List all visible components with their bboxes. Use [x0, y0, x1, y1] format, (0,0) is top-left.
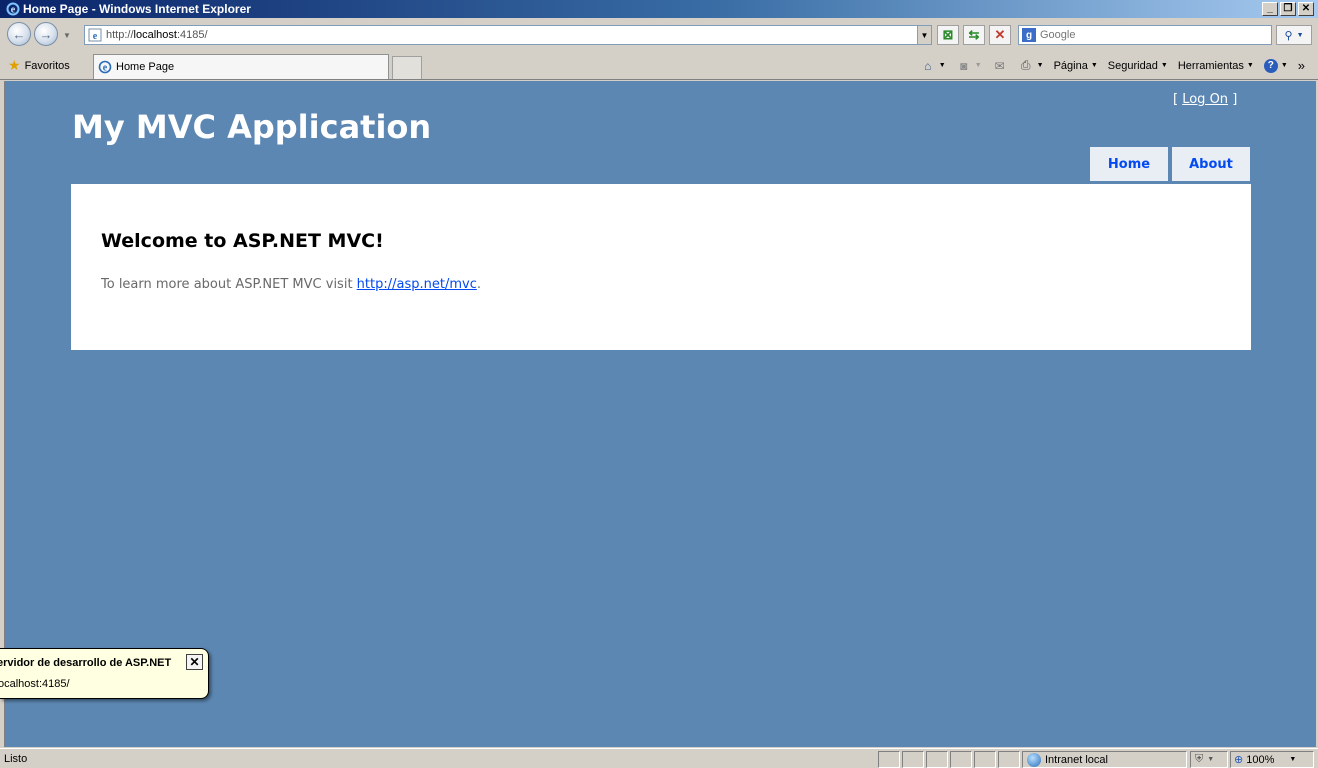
ie-logo-icon: e [6, 2, 20, 16]
chevron-down-icon: ▼ [1090, 62, 1098, 69]
address-url[interactable]: http://localhost:4185/ [106, 29, 917, 41]
svg-text:e: e [11, 5, 16, 16]
notification-text: ocalhost:4185/ [0, 678, 70, 690]
main-menu: Home About [1090, 147, 1250, 181]
home-icon: ⌂ [924, 58, 932, 73]
status-bar: Listo Intranet local ⛨ ▼ ⊕ 100% ▼ [0, 748, 1318, 768]
notification-close-button[interactable]: ✕ [186, 654, 203, 670]
menu-item-home[interactable]: Home [1090, 147, 1168, 181]
new-tab-button[interactable] [392, 56, 422, 79]
zoom-control[interactable]: ⊕ 100% ▼ [1230, 751, 1314, 768]
status-panel [926, 751, 948, 768]
print-button[interactable]: ⎙ ▼ [1013, 58, 1049, 73]
main-content: Welcome to ASP.NET MVC! To learn more ab… [71, 184, 1251, 350]
page-menu-label: Página [1053, 59, 1088, 72]
chevron-down-icon: ▼ [938, 62, 946, 69]
intro-text: To learn more about ASP.NET MVC visit ht… [101, 277, 481, 292]
logon-bracket-close: ] [1232, 92, 1238, 107]
search-options-icon: ▼ [1296, 31, 1304, 39]
chevron-down-icon: ▼ [920, 30, 929, 40]
command-bar: ⌂ ▼ ◙ ▼ ✉ ⎙ ▼ Página ▼ Seguridad ▼ Herramient… [915, 58, 1310, 73]
page-icon: e [88, 28, 102, 42]
tab-title: Home Page [116, 61, 175, 73]
status-panel [878, 751, 900, 768]
tools-menu[interactable]: Herramientas ▼ [1173, 60, 1259, 72]
menu-item-about[interactable]: About [1172, 147, 1250, 181]
logon-area: [ Log On ] [1173, 92, 1237, 107]
compatibility-view-button[interactable]: ⊠ [937, 25, 959, 45]
help-button[interactable]: ? ▼ [1259, 58, 1293, 73]
shield-icon: ⛨ [1195, 753, 1204, 765]
refresh-icon: ⇆ [968, 27, 980, 42]
safety-menu-label: Seguridad [1107, 59, 1158, 72]
chevron-down-icon: ▼ [974, 62, 982, 69]
chevron-down-icon: ▼ [1280, 62, 1288, 69]
chevron-down-icon: ▼ [1289, 756, 1297, 763]
notification-title: ervidor de desarrollo de ASP.NET [0, 657, 172, 669]
status-panel [974, 751, 996, 768]
svg-text:e: e [93, 31, 98, 42]
feeds-button[interactable]: ◙ ▼ [951, 58, 987, 73]
intranet-zone-icon [1027, 752, 1041, 767]
security-zone[interactable]: Intranet local [1022, 751, 1187, 768]
favorites-label: Favoritos [24, 59, 70, 72]
zone-label: Intranet local [1045, 753, 1108, 766]
stop-icon: ✕ [994, 27, 1006, 42]
status-panel [902, 751, 924, 768]
close-window-button[interactable]: ✕ [1298, 2, 1314, 16]
tab-home-page[interactable]: e Home Page [93, 54, 389, 79]
help-icon: ? [1263, 58, 1278, 73]
google-icon: g [1022, 28, 1036, 42]
rss-icon: ◙ [960, 58, 968, 73]
forward-button[interactable]: → [34, 22, 58, 46]
search-placeholder: Google [1040, 29, 1076, 41]
maximize-button[interactable]: ❐ [1280, 2, 1296, 16]
minimize-button[interactable]: _ [1262, 2, 1278, 16]
favorites-bar: ★ Favoritos e Home Page ⌂ ▼ ◙ ▼ ✉ ⎙ ▼ Págin… [0, 52, 1318, 80]
status-text: Listo [4, 753, 28, 765]
tab-page-icon: e [98, 60, 112, 74]
tools-menu-label: Herramientas [1177, 59, 1244, 72]
stop-button[interactable]: ✕ [989, 25, 1011, 45]
search-input[interactable]: g Google [1018, 25, 1272, 45]
refresh-button[interactable]: ⇆ [963, 25, 985, 45]
favorites-button[interactable]: ★ Favoritos [8, 57, 70, 74]
home-button[interactable]: ⌂ ▼ [915, 58, 951, 73]
svg-text:e: e [103, 63, 108, 74]
address-bar[interactable]: e http://localhost:4185/ ▼ [84, 25, 932, 45]
magnifier-icon: ⚲ [1284, 29, 1293, 42]
chevron-down-icon: ▼ [1160, 62, 1168, 69]
address-dropdown-button[interactable]: ▼ [917, 26, 931, 44]
notification-balloon[interactable]: ervidor de desarrollo de ASP.NET ocalhos… [0, 648, 209, 699]
chevron-down-icon: ▼ [1036, 62, 1044, 69]
search-button[interactable]: ⚲ ▼ [1276, 25, 1312, 45]
address-toolbar: ← → ▼ e http://localhost:4185/ ▼ ⊠ ⇆ ✕ g… [0, 18, 1318, 52]
protected-mode-button[interactable]: ⛨ ▼ [1190, 751, 1228, 768]
window-title-bar[interactable]: e Home Page - Windows Internet Explorer … [0, 0, 1318, 18]
more-commands-button[interactable]: » [1293, 58, 1310, 73]
back-button[interactable]: ← [7, 22, 31, 46]
logon-bracket-open: [ [1173, 92, 1179, 107]
app-title: My MVC Application [72, 108, 432, 146]
mail-icon: ✉ [994, 58, 1005, 73]
arrow-right-icon: → [39, 26, 53, 42]
safety-menu[interactable]: Seguridad ▼ [1103, 60, 1173, 72]
chevron-down-icon: ▼ [1207, 756, 1215, 763]
status-panel [950, 751, 972, 768]
window-title: Home Page - Windows Internet Explorer [23, 2, 251, 16]
status-panel [998, 751, 1020, 768]
arrow-left-icon: ← [12, 26, 26, 42]
mail-button[interactable]: ✉ [987, 58, 1013, 73]
chevron-down-icon: ▼ [1246, 62, 1254, 69]
zoom-icon: ⊕ [1234, 754, 1244, 766]
recent-pages-dropdown[interactable]: ▼ [63, 31, 71, 40]
page-heading: Welcome to ASP.NET MVC! [101, 230, 384, 252]
page-menu[interactable]: Página ▼ [1049, 60, 1103, 72]
asp-net-mvc-link[interactable]: http://asp.net/mvc [357, 277, 477, 292]
compatibility-icon: ⊠ [942, 27, 954, 42]
star-icon: ★ [8, 57, 21, 73]
zoom-level: 100% [1246, 753, 1275, 766]
logon-link[interactable]: Log On [1182, 92, 1228, 107]
printer-icon: ⎙ [1020, 58, 1031, 72]
